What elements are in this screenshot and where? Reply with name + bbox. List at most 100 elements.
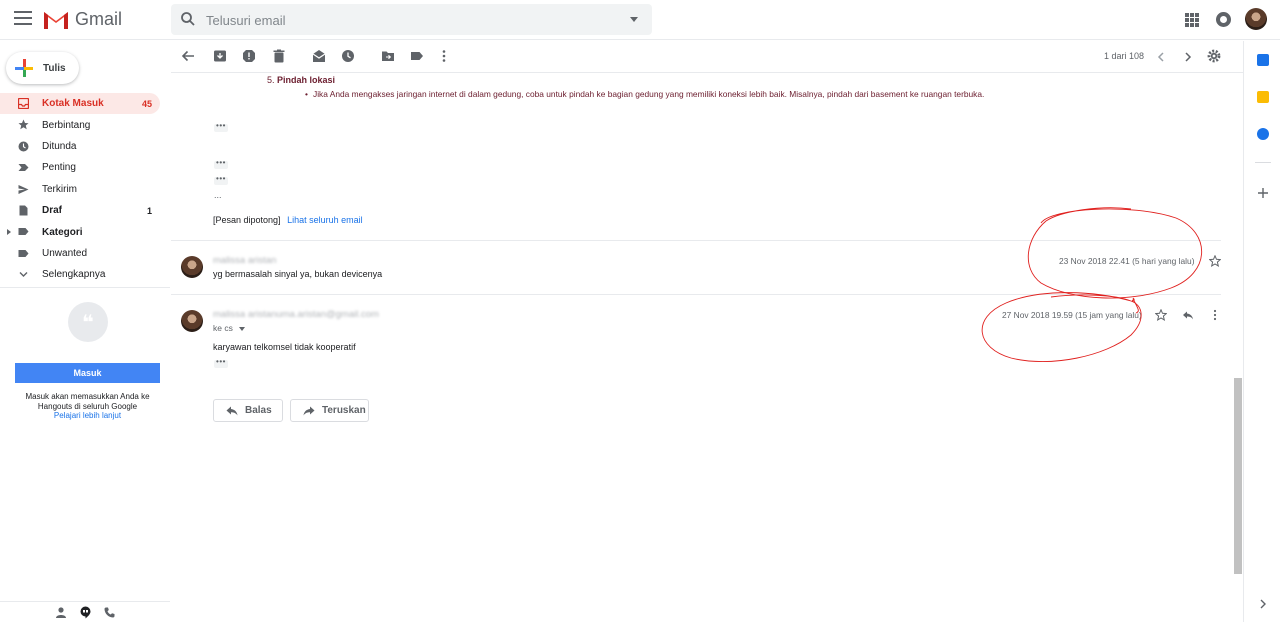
- message-date: 27 Nov 2018 19.59 (15 jam yang lalu): [1002, 310, 1142, 320]
- gmail-logo[interactable]: Gmail: [43, 9, 122, 30]
- sender-name[interactable]: malissa aristan: [213, 255, 276, 266]
- important-icon: [18, 164, 29, 172]
- forward-button[interactable]: Teruskan: [290, 399, 369, 422]
- forward-label: Teruskan: [322, 405, 366, 416]
- add-addon-plus-icon[interactable]: [1257, 187, 1269, 199]
- chevron-right-icon[interactable]: [1181, 50, 1195, 64]
- hangouts-info-text: Masuk akan memasukkan Anda ke Hangouts d…: [25, 392, 150, 411]
- label-tag-icon[interactable]: [410, 49, 424, 63]
- message-divider: [171, 294, 1221, 295]
- hangouts-sign-in-button[interactable]: Masuk: [15, 363, 160, 383]
- delete-icon[interactable]: [272, 49, 286, 63]
- search-icon[interactable]: [180, 11, 196, 27]
- snooze-clock-icon[interactable]: [341, 49, 355, 63]
- sidebar-item-unwanted[interactable]: Unwanted: [0, 243, 160, 264]
- list-item-heading: 5. Pindah lokasi: [267, 75, 335, 85]
- message-snippet: yg bermasalah sinyal ya, bukan devicenya: [213, 269, 383, 279]
- sidebar-item-label: Kotak Masuk: [42, 98, 104, 110]
- star-icon[interactable]: [1209, 255, 1221, 267]
- move-to-folder-icon[interactable]: [381, 49, 395, 63]
- more-vert-icon[interactable]: [1209, 309, 1221, 321]
- draft-icon: [19, 205, 28, 216]
- report-spam-icon[interactable]: [242, 49, 256, 63]
- phone-icon[interactable]: [104, 607, 115, 618]
- more-vert-icon[interactable]: [437, 49, 451, 63]
- search-bar[interactable]: [171, 4, 652, 35]
- account-avatar[interactable]: [1245, 8, 1267, 30]
- sidebar-item-categories[interactable]: Kategori: [0, 221, 160, 242]
- sidebar-item-label: Kategori: [42, 226, 83, 238]
- sidebar-item-label: Selengkapnya: [42, 269, 106, 281]
- main-menu-icon[interactable]: [14, 11, 32, 27]
- hangouts-icon[interactable]: [80, 606, 91, 619]
- unread-count: 45: [141, 98, 152, 109]
- show-trimmed-content-button[interactable]: •••: [214, 175, 228, 185]
- compose-button[interactable]: Tulis: [6, 52, 79, 84]
- calendar-icon[interactable]: [1257, 54, 1269, 66]
- sidebar-item-more[interactable]: Selengkapnya: [0, 264, 160, 285]
- notifications-icon[interactable]: [1216, 12, 1231, 27]
- reply-label: Balas: [245, 405, 272, 416]
- message-body: karyawan telkomsel tidak kooperatif: [213, 342, 356, 352]
- sidebar-item-label: Ditunda: [42, 140, 77, 152]
- search-options-icon[interactable]: [630, 17, 638, 22]
- show-trimmed-content-button[interactable]: •••: [214, 358, 228, 368]
- draft-count: 1: [146, 205, 152, 216]
- inbox-icon: [18, 98, 29, 109]
- side-panel: [1243, 41, 1280, 622]
- list-item-number: 5.: [267, 75, 275, 85]
- reply-button[interactable]: Balas: [213, 399, 283, 422]
- reply-arrow-icon: [226, 406, 238, 415]
- sidebar-item-inbox[interactable]: Kotak Masuk 45: [0, 93, 160, 115]
- expand-arrow-icon[interactable]: [7, 229, 11, 236]
- app-name: Gmail: [75, 9, 123, 29]
- chevron-right-icon[interactable]: [1257, 598, 1269, 610]
- sidebar-item-drafts[interactable]: Draf 1: [0, 200, 160, 221]
- recipients-toggle[interactable]: ke cs: [213, 323, 246, 333]
- reply-icon[interactable]: [1182, 309, 1194, 321]
- caret-down-icon: [239, 326, 246, 331]
- view-entire-email-link[interactable]: Lihat seluruh email: [287, 215, 363, 225]
- thread-scrollbar[interactable]: [1234, 378, 1242, 574]
- star-icon: [18, 119, 29, 130]
- show-trimmed-content-button[interactable]: •••: [214, 122, 228, 132]
- sender-name[interactable]: malissa aristanuma.aristan@gmail.com: [213, 309, 379, 320]
- hangouts-info: Masuk akan memasukkan Anda ke Hangouts d…: [15, 392, 160, 421]
- sidebar-divider: [0, 287, 170, 288]
- mark-unread-icon[interactable]: [312, 49, 326, 63]
- label-icon: [18, 228, 29, 236]
- sidebar: Tulis Kotak Masuk 45 Berbintang Ditunda …: [0, 41, 170, 622]
- apps-grid-icon[interactable]: [1185, 13, 1199, 27]
- sidebar-item-snoozed[interactable]: Ditunda: [0, 136, 160, 157]
- clipped-label: [Pesan dipotong]: [213, 215, 281, 225]
- sidebar-item-label: Terkirim: [42, 183, 77, 195]
- settings-gear-icon[interactable]: [1207, 49, 1221, 63]
- show-trimmed-content-button[interactable]: •••: [214, 159, 228, 169]
- sidebar-item-sent[interactable]: Terkirim: [0, 179, 160, 200]
- hangouts-quote-icon: ❝: [68, 302, 108, 342]
- sidebar-item-starred[interactable]: Berbintang: [0, 114, 160, 135]
- search-input[interactable]: [206, 10, 606, 30]
- sidebar-item-label: Penting: [42, 162, 76, 174]
- sidebar-item-label: Unwanted: [42, 247, 88, 259]
- back-arrow-icon[interactable]: [181, 49, 195, 63]
- folder-list: Kotak Masuk 45 Berbintang Ditunda Pentin…: [0, 93, 160, 286]
- learn-more-link[interactable]: Pelajari lebih lanjut: [15, 411, 160, 421]
- list-item-title: Pindah lokasi: [277, 75, 336, 85]
- sender-avatar[interactable]: [181, 310, 203, 332]
- archive-icon[interactable]: [213, 49, 227, 63]
- clock-icon: [18, 141, 29, 152]
- compose-label: Tulis: [43, 62, 66, 74]
- gmail-m-icon: [44, 11, 68, 29]
- chevron-left-icon[interactable]: [1154, 50, 1168, 64]
- list-item-body: Jika Anda mengakses jaringan internet di…: [305, 89, 984, 99]
- clipped-message-notice: [Pesan dipotong] Lihat seluruh email: [213, 215, 363, 225]
- star-icon[interactable]: [1155, 309, 1167, 321]
- sender-avatar[interactable]: [181, 256, 203, 278]
- sidebar-footer: [0, 601, 170, 622]
- keep-icon[interactable]: [1257, 91, 1269, 103]
- person-icon[interactable]: [56, 607, 66, 618]
- sidebar-item-important[interactable]: Penting: [0, 157, 160, 178]
- sidebar-item-label: Berbintang: [42, 119, 91, 131]
- tasks-icon[interactable]: [1257, 128, 1269, 140]
